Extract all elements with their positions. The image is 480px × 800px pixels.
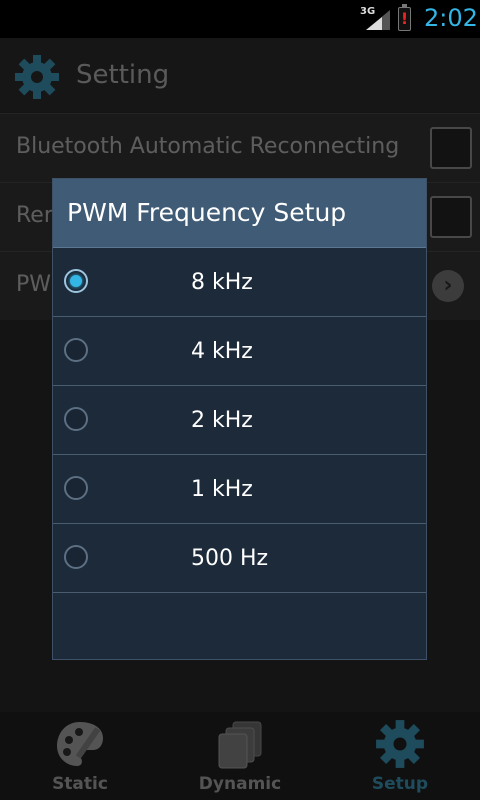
nav-tab-label: Dynamic [198, 774, 282, 794]
nav-tab-label: Static [52, 774, 108, 794]
option-label: 2 kHz [191, 408, 253, 433]
bluetooth-reconnect-checkbox[interactable] [430, 127, 472, 169]
option-500hz[interactable]: 500 Hz [53, 524, 426, 593]
clock: 2:02 [424, 4, 478, 32]
option-label: 4 kHz [191, 339, 253, 364]
dialog-title: PWM Frequency Setup [67, 198, 347, 227]
option-label: 8 kHz [191, 270, 253, 295]
nav-tab-setup[interactable]: Setup [320, 712, 480, 800]
option-4khz[interactable]: 4 kHz [53, 317, 426, 386]
radio-button[interactable] [64, 338, 88, 362]
gear-icon [376, 720, 424, 768]
stacked-pages-icon [218, 721, 262, 769]
ren-checkbox[interactable] [430, 196, 472, 238]
option-label: 1 kHz [191, 477, 253, 502]
title-bar [0, 38, 480, 112]
option-label: 500 Hz [191, 546, 269, 571]
nav-tab-static[interactable]: Static [0, 712, 160, 800]
chevron-right-icon[interactable]: › [432, 270, 464, 302]
palette-icon [57, 722, 103, 766]
nav-tab-label: Setup [371, 774, 429, 794]
setting-row-bluetooth-reconnect[interactable]: Bluetooth Automatic Reconnecting [0, 113, 480, 182]
page-title: Setting [76, 60, 170, 90]
dialog-header: PWM Frequency Setup [53, 179, 426, 248]
radio-button[interactable] [64, 407, 88, 431]
pwm-frequency-dialog: PWM Frequency Setup 8 kHz 4 kHz 2 kHz 1 … [52, 178, 427, 660]
option-1khz[interactable]: 1 kHz [53, 455, 426, 524]
signal-icon [366, 10, 390, 30]
option-8khz[interactable]: 8 kHz [53, 248, 426, 317]
radio-button[interactable] [64, 545, 88, 569]
gear-icon [15, 55, 59, 99]
nav-tab-dynamic[interactable]: Dynamic [160, 712, 320, 800]
setting-row-label: PW [16, 272, 52, 297]
setting-row-label: Bluetooth Automatic Reconnecting [16, 134, 400, 159]
bottom-nav: Static Dynamic Setup [0, 712, 480, 800]
option-2khz[interactable]: 2 kHz [53, 386, 426, 455]
radio-button[interactable] [64, 476, 88, 500]
status-bar: 3G ! 2:02 [0, 0, 480, 38]
battery-icon: ! [398, 4, 411, 31]
radio-button-selected[interactable] [64, 269, 88, 293]
